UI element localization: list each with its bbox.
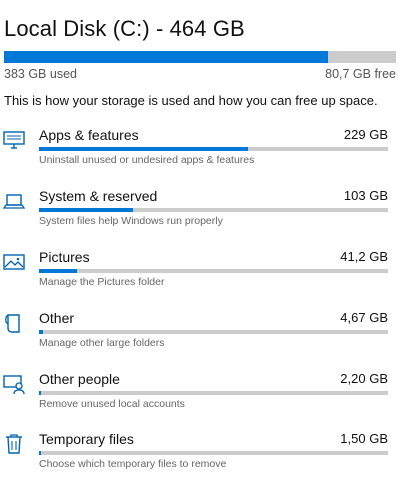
category-usage-bar xyxy=(39,147,388,151)
category-description: Choose which temporary files to remove xyxy=(39,458,227,470)
disk-title: Local Disk (C:) - 464 GB xyxy=(4,16,245,41)
category-description: System files help Windows run properly xyxy=(39,215,223,227)
category-usage-bar xyxy=(39,391,388,395)
category-other[interactable]: Other 4,67 GB Manage other large folders xyxy=(0,310,414,366)
disk-usage-bar xyxy=(4,51,396,63)
category-size: 2,20 GB xyxy=(340,371,388,386)
category-other-people[interactable]: Other people 2,20 GB Remove unused local… xyxy=(0,371,414,427)
category-name: System & reserved xyxy=(39,188,158,204)
laptop-icon xyxy=(2,190,26,212)
picture-icon xyxy=(2,251,26,273)
user-monitor-icon xyxy=(2,373,26,395)
used-space-label: 383 GB used xyxy=(4,67,77,81)
category-name: Pictures xyxy=(39,249,90,265)
category-temporary-files[interactable]: Temporary files 1,50 GB Choose which tem… xyxy=(0,431,414,487)
monitor-icon xyxy=(2,129,26,151)
category-usage-fill xyxy=(39,269,77,273)
category-usage-bar xyxy=(39,208,388,212)
category-description: Uninstall unused or undesired apps & fea… xyxy=(39,154,255,166)
folder-icon xyxy=(2,312,26,334)
category-description: Manage other large folders xyxy=(39,337,165,349)
category-size: 4,67 GB xyxy=(340,310,388,325)
category-name: Other xyxy=(39,310,75,326)
category-usage-fill xyxy=(39,451,42,455)
trash-icon xyxy=(2,433,26,455)
category-system-reserved[interactable]: System & reserved 103 GB System files he… xyxy=(0,188,414,244)
category-size: 229 GB xyxy=(343,127,388,142)
category-pictures[interactable]: Pictures 41,2 GB Manage the Pictures fol… xyxy=(0,249,414,305)
category-name: Temporary files xyxy=(39,431,134,447)
category-usage-bar xyxy=(39,269,388,273)
category-description: Remove unused local accounts xyxy=(39,398,185,410)
category-name: Other people xyxy=(39,371,120,387)
category-size: 1,50 GB xyxy=(340,431,388,446)
disk-usage-fill xyxy=(4,51,328,63)
intro-text: This is how your storage is used and how… xyxy=(4,93,378,108)
category-size: 41,2 GB xyxy=(340,249,388,264)
category-name: Apps & features xyxy=(39,127,139,143)
category-description: Manage the Pictures folder xyxy=(39,276,165,288)
category-usage-bar xyxy=(39,451,388,455)
category-apps-features[interactable]: Apps & features 229 GB Uninstall unused … xyxy=(0,127,414,183)
category-size: 103 GB xyxy=(343,188,388,203)
category-usage-fill xyxy=(39,147,249,151)
category-usage-fill xyxy=(39,391,42,395)
category-usage-bar xyxy=(39,330,388,334)
free-space-label: 80,7 GB free xyxy=(325,67,396,81)
category-usage-fill xyxy=(39,208,134,212)
category-usage-fill xyxy=(39,330,44,334)
